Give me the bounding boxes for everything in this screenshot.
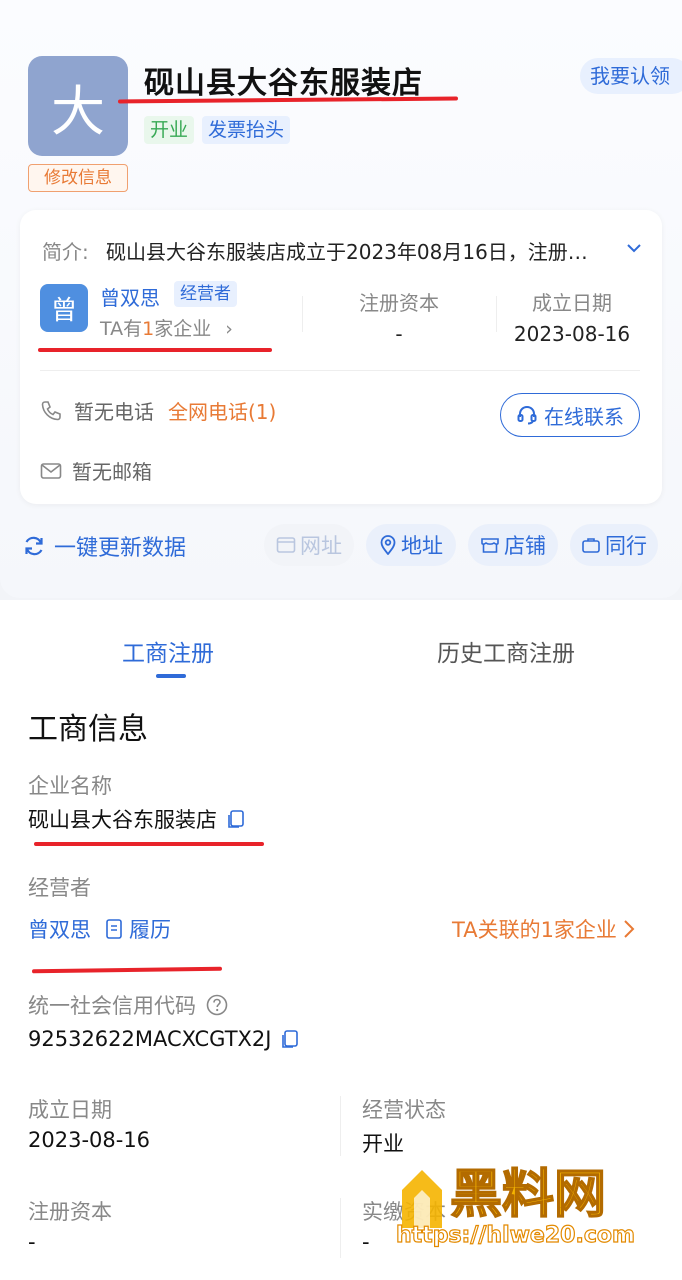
copy-icon[interactable] [227,809,245,829]
owner-role-badge: 经营者 [174,281,237,307]
founded-date-label: 成立日期 [28,1098,112,1122]
email-row: 暂无邮箱 [40,456,152,485]
website-button[interactable]: 网址 [264,524,354,566]
owner-company-count[interactable]: TA有1家企业 › [100,314,233,341]
chevron-right-icon [623,919,635,939]
watermark-url: https://hlwe20.com [396,1223,635,1248]
company-logo: 大 [28,56,128,156]
credit-code-value: 92532622MACXCGTX2J [28,1027,299,1051]
edit-info-button[interactable]: 修改信息 [28,164,128,192]
divider [40,370,640,371]
copy-icon[interactable] [281,1029,299,1049]
tab-history-registration[interactable]: 历史工商注册 [437,634,575,668]
related-companies-link[interactable]: TA关联的1家企业 [452,914,635,944]
claim-button[interactable]: 我要认领 [580,58,682,94]
intro-text[interactable]: 砚山县大谷东服装店成立于2023年08月16日，注册… [106,236,616,265]
section-title: 工商信息 [28,712,148,747]
founded-date-value: 2023-08-16 [513,322,631,346]
phone-row: 暂无电话 全网电话(1) [40,396,276,425]
tab-business-registration[interactable]: 工商注册 [122,634,214,668]
briefcase-icon [581,536,601,554]
operating-status-label: 经营状态 [362,1098,446,1122]
registered-capital-value: - [395,322,403,346]
refresh-icon [22,534,46,558]
annotation-underline-name [34,842,264,846]
address-button[interactable]: 地址 [366,524,456,566]
chevron-right-icon: › [225,318,233,340]
operator-name-link[interactable]: 曾双思 [28,914,91,944]
document-icon [105,918,123,940]
operator-row: 曾双思 履历 [28,914,171,944]
refresh-data-button[interactable]: 一键更新数据 [22,530,186,562]
annotation-underline-owner [38,348,272,352]
registered-capital-value: - [28,1230,36,1254]
browser-icon [276,536,296,554]
owner-avatar[interactable]: 曾 [40,284,88,332]
intro-label: 简介: [42,240,89,264]
store-icon [480,536,500,554]
company-name-label: 企业名称 [28,774,112,798]
phone-text: 暂无电话 [74,400,154,424]
email-text: 暂无邮箱 [72,460,152,484]
chevron-down-icon[interactable] [626,240,642,256]
company-name-value: 砚山县大谷东服装店 [28,804,245,834]
active-tab-indicator [156,674,186,678]
watermark-logo: 黑料网 https://hlwe20.com [392,1150,682,1250]
location-pin-icon [379,535,397,555]
divider [340,1198,341,1258]
mail-icon [40,462,62,480]
divider [302,296,303,332]
store-button[interactable]: 店铺 [468,524,558,566]
peers-button[interactable]: 同行 [570,524,658,566]
paid-capital-value: - [362,1230,370,1254]
founded-date-value: 2023-08-16 [28,1128,151,1152]
summary-card: 简介: 砚山县大谷东服装店成立于2023年08月16日，注册… 曾 曾双思 经营… [20,210,662,504]
watermark-name: 黑料网 [450,1165,606,1225]
registered-capital-label: 注册资本 [359,291,439,315]
tab-bar: 工商注册 历史工商注册 [0,618,682,678]
company-title: 砚山县大谷东服装店 [144,66,423,101]
founded-date-label: 成立日期 [532,291,612,315]
phone-icon [40,400,62,422]
status-badge: 开业 [144,116,195,144]
annotation-underline-operator [31,966,223,974]
online-contact-button[interactable]: 在线联系 [500,393,640,437]
resume-link[interactable]: 履历 [105,914,171,944]
invoice-title-tag[interactable]: 发票抬头 [202,116,291,144]
owner-name[interactable]: 曾双思 [100,282,160,311]
registered-capital-label: 注册资本 [28,1200,112,1224]
all-phones-link[interactable]: 全网电话(1) [168,396,276,425]
headset-icon [516,404,538,426]
help-icon[interactable] [206,994,228,1016]
divider [340,1096,341,1156]
operator-label: 经营者 [28,876,91,900]
credit-code-label: 统一社会信用代码 [28,990,228,1020]
